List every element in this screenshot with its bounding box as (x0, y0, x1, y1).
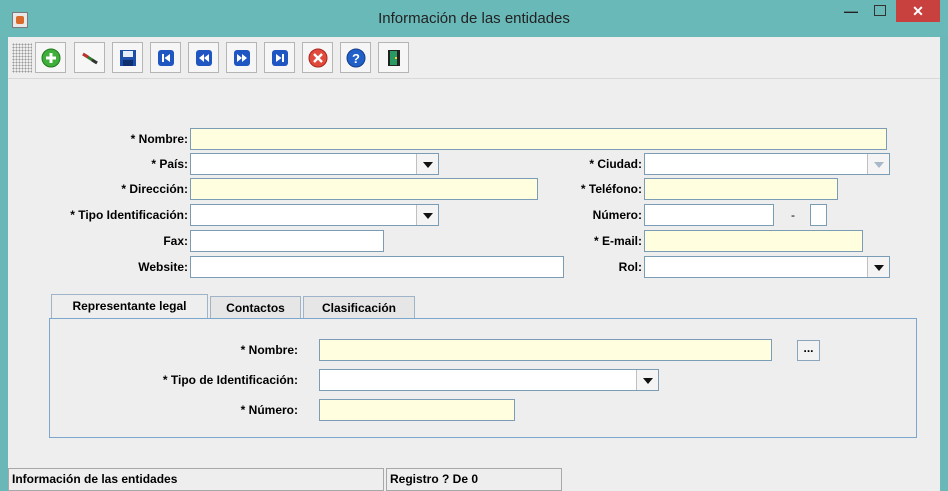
title-bar[interactable]: Información de las entidades — ✕ (0, 0, 948, 37)
previous-record-icon (196, 50, 212, 66)
cancel-icon (308, 48, 328, 68)
status-bar: Información de las entidades Registro ? … (8, 465, 940, 491)
fax-field[interactable] (190, 230, 384, 252)
add-icon (41, 48, 61, 68)
telefono-field[interactable] (644, 178, 838, 200)
svg-text:?: ? (352, 51, 360, 66)
telefono-label: * Teléfono: (580, 182, 642, 196)
chevron-down-icon[interactable] (636, 370, 658, 390)
last-record-icon (272, 50, 288, 66)
tab-contactos[interactable]: Contactos (210, 296, 301, 320)
status-text: Información de las entidades (8, 468, 384, 491)
rep-nombre-field[interactable] (319, 339, 772, 361)
previous-record-button[interactable] (188, 42, 219, 73)
chevron-down-icon[interactable] (867, 257, 889, 277)
website-field[interactable] (190, 256, 564, 278)
window-title: Información de las entidades (378, 10, 570, 27)
tipo-identificacion-select[interactable] (190, 204, 439, 226)
toolbar: ? (8, 37, 940, 79)
nombre-label: * Nombre: (130, 132, 188, 146)
rep-tipo-label: * Tipo de Identificación: (162, 373, 298, 387)
rep-numero-field[interactable] (319, 399, 515, 421)
chevron-down-icon[interactable] (867, 154, 889, 174)
next-record-button[interactable] (226, 42, 257, 73)
numero-separator: - (791, 208, 795, 222)
edit-button[interactable] (74, 42, 105, 73)
browse-button[interactable]: ... (797, 340, 820, 361)
exit-door-icon (388, 50, 400, 66)
help-button[interactable]: ? (340, 42, 371, 73)
maximize-button[interactable] (866, 0, 892, 22)
first-record-icon (158, 50, 174, 66)
add-button[interactable] (35, 42, 66, 73)
next-record-icon (234, 50, 250, 66)
cancel-button[interactable] (302, 42, 333, 73)
application-window: Información de las entidades — ✕ ? * Nom… (0, 0, 948, 491)
tab-clasificacion[interactable]: Clasificación (303, 296, 415, 320)
toolbar-grip-handle[interactable] (12, 43, 32, 73)
rol-label: Rol: (618, 260, 642, 274)
fax-label: Fax: (163, 234, 188, 248)
close-window-button[interactable]: ✕ (896, 0, 940, 22)
nombre-field[interactable] (190, 128, 887, 150)
record-counter: Registro ? De 0 (386, 468, 562, 491)
pais-select[interactable] (190, 153, 439, 175)
exit-button[interactable] (378, 42, 409, 73)
ciudad-select[interactable] (644, 153, 890, 175)
rep-nombre-label: * Nombre: (240, 343, 298, 357)
direccion-label: * Dirección: (121, 182, 188, 196)
numero-label: Número: (592, 208, 642, 222)
minimize-button[interactable]: — (838, 0, 864, 22)
email-label: * E-mail: (593, 234, 642, 248)
chevron-down-icon[interactable] (416, 154, 438, 174)
content-area: ? * Nombre: * País: * Ciudad: * Direcció… (8, 37, 940, 491)
verification-digit-field[interactable] (810, 204, 827, 226)
numero-field[interactable] (644, 204, 774, 226)
tab-representante-legal[interactable]: Representante legal (51, 294, 208, 320)
email-field[interactable] (644, 230, 863, 252)
chevron-down-icon[interactable] (416, 205, 438, 225)
rol-select[interactable] (644, 256, 890, 278)
save-button[interactable] (112, 42, 143, 73)
save-icon (120, 50, 136, 66)
website-label: Website: (138, 260, 188, 274)
last-record-button[interactable] (264, 42, 295, 73)
help-icon: ? (346, 48, 366, 68)
edit-icon (82, 52, 98, 65)
direccion-field[interactable] (190, 178, 538, 200)
rep-numero-label: * Número: (240, 403, 298, 417)
ciudad-label: * Ciudad: (589, 157, 642, 171)
rep-tipo-select[interactable] (319, 369, 659, 391)
pais-label: * País: (151, 157, 188, 171)
tipo-identificacion-label: * Tipo Identificación: (70, 208, 188, 222)
first-record-button[interactable] (150, 42, 181, 73)
